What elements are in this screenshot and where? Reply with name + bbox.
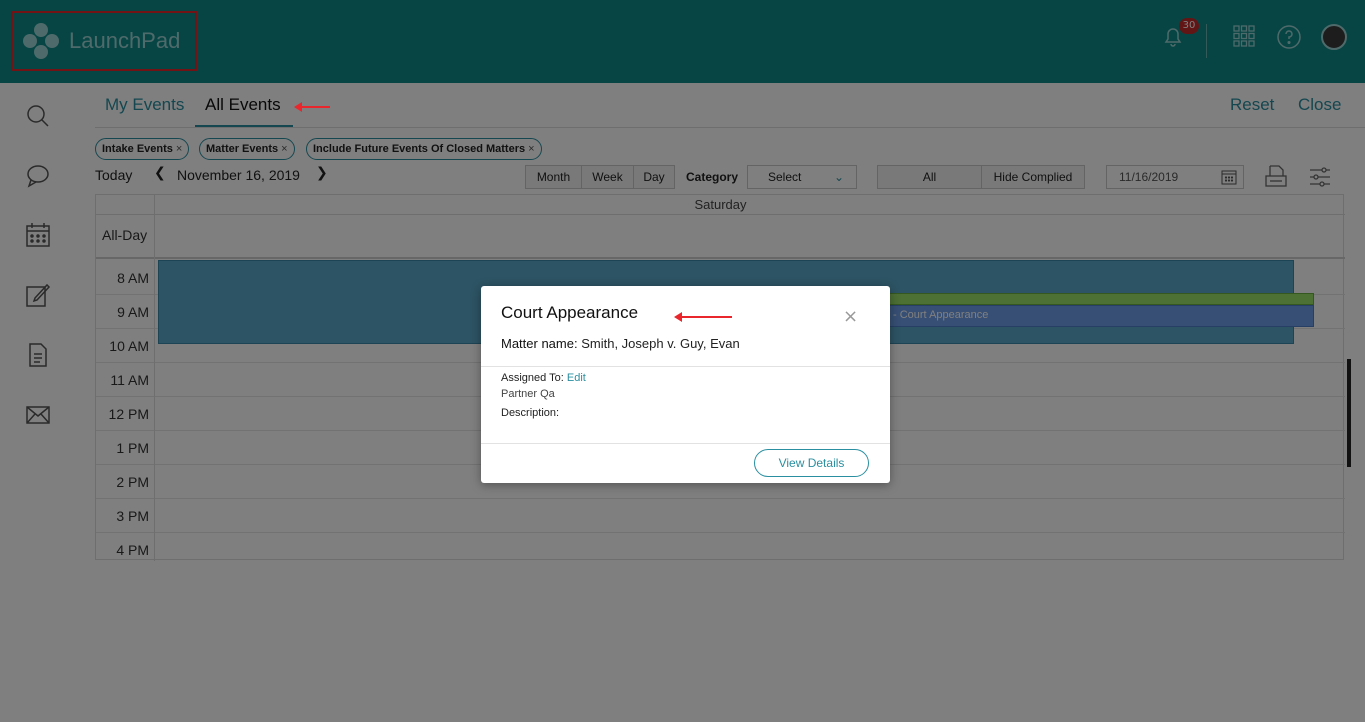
divider — [481, 366, 890, 367]
description-label: Description: — [501, 407, 560, 419]
annotation-arrow — [674, 312, 732, 322]
matter-label: Matter name: — [501, 336, 578, 351]
assignee-name: Partner Qa — [501, 388, 555, 400]
assigned-to: Assigned To: Edit — [501, 372, 586, 384]
annotation-arrow — [294, 102, 330, 112]
modal-title: Court Appearance — [501, 303, 639, 322]
matter-value: Smith, Joseph v. Guy, Evan — [581, 336, 740, 351]
edit-link[interactable]: Edit — [567, 372, 586, 384]
matter-name: Matter name: Smith, Joseph v. Guy, Evan — [501, 336, 740, 351]
close-icon[interactable]: × — [843, 306, 858, 327]
view-details-button[interactable]: View Details — [754, 449, 869, 477]
assigned-label: Assigned To: — [501, 372, 564, 384]
divider — [481, 443, 890, 444]
